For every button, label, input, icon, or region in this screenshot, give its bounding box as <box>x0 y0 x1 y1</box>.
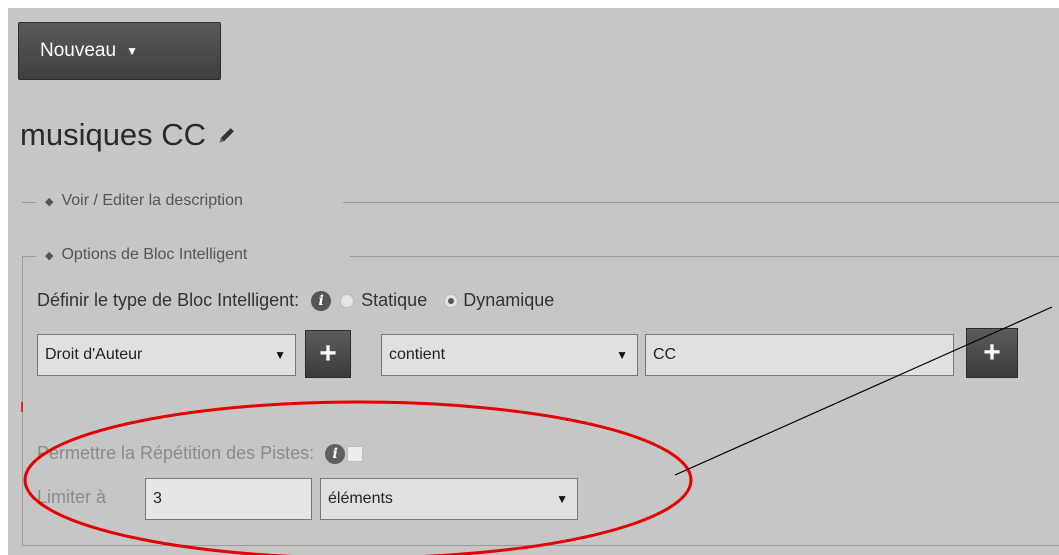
new-button-label: Nouveau <box>40 40 117 61</box>
radio-static-label: Statique <box>361 290 428 310</box>
limit-label: Limiter à <box>37 487 107 507</box>
limit-unit-select[interactable]: éléments ▼ <box>320 478 578 520</box>
repeat-tracks-row: Permettre la Répétition des Pistes: i <box>37 443 364 464</box>
options-toggle-label: Options de Bloc Intelligent <box>61 246 248 263</box>
left-edge <box>0 0 8 555</box>
description-toggle-label: Voir / Editer la description <box>61 192 243 209</box>
sort-toggle-icon: ◆ <box>45 249 54 262</box>
options-toggle[interactable]: ◆ Options de Bloc Intelligent <box>45 246 247 264</box>
sort-toggle-icon: ◆ <box>45 195 54 208</box>
radio-static[interactable] <box>340 293 355 308</box>
limit-value-text: 3 <box>153 490 162 507</box>
limit-unit-value: éléments <box>328 490 393 507</box>
repeat-tracks-checkbox[interactable] <box>347 445 364 462</box>
playlist-title: musiques CC <box>20 117 207 152</box>
criteria-value-input[interactable]: CC <box>645 334 954 376</box>
criteria-value-text: CC <box>653 346 677 363</box>
options-border-left <box>22 256 23 546</box>
smart-block-panel <box>0 0 1059 555</box>
page-title: musiques CC <box>20 117 238 153</box>
info-icon[interactable]: i <box>325 443 346 464</box>
criteria-operator-select[interactable]: contient ▼ <box>381 334 638 376</box>
plus-icon: + <box>319 337 337 370</box>
dropdown-arrow-icon: ▼ <box>556 492 568 506</box>
info-icon[interactable]: i <box>311 290 332 311</box>
radio-dynamic-label: Dynamique <box>463 290 555 310</box>
plus-icon: + <box>983 336 1001 369</box>
add-criteria-button[interactable]: + <box>305 330 351 378</box>
block-type-row: Définir le type de Bloc Intelligent: i S… <box>37 290 554 311</box>
top-edge <box>0 0 1059 8</box>
criteria-field-value: Droit d'Auteur <box>45 346 143 363</box>
options-border-bottom <box>22 545 1059 546</box>
dropdown-arrow-icon: ▼ <box>274 348 286 362</box>
repeat-tracks-label: Permettre la Répétition des Pistes: <box>37 443 315 463</box>
description-divider-left <box>22 202 36 203</box>
dropdown-arrow-icon: ▼ <box>616 348 628 362</box>
criteria-field-select[interactable]: Droit d'Auteur ▼ <box>37 334 296 376</box>
add-criteria-modifier-button[interactable]: + <box>966 328 1018 378</box>
caret-down-icon: ▼ <box>126 44 138 58</box>
description-toggle[interactable]: ◆ Voir / Editer la description <box>45 192 243 210</box>
description-divider-right <box>343 202 1059 203</box>
radio-dynamic[interactable] <box>444 293 459 308</box>
block-type-label: Définir le type de Bloc Intelligent: <box>37 290 300 310</box>
limit-value-input[interactable]: 3 <box>145 478 312 520</box>
criteria-operator-value: contient <box>389 346 446 363</box>
options-divider-left <box>22 256 36 257</box>
options-divider-right <box>350 256 1059 257</box>
pencil-icon[interactable] <box>216 124 238 146</box>
new-button[interactable]: Nouveau ▼ <box>18 22 221 80</box>
